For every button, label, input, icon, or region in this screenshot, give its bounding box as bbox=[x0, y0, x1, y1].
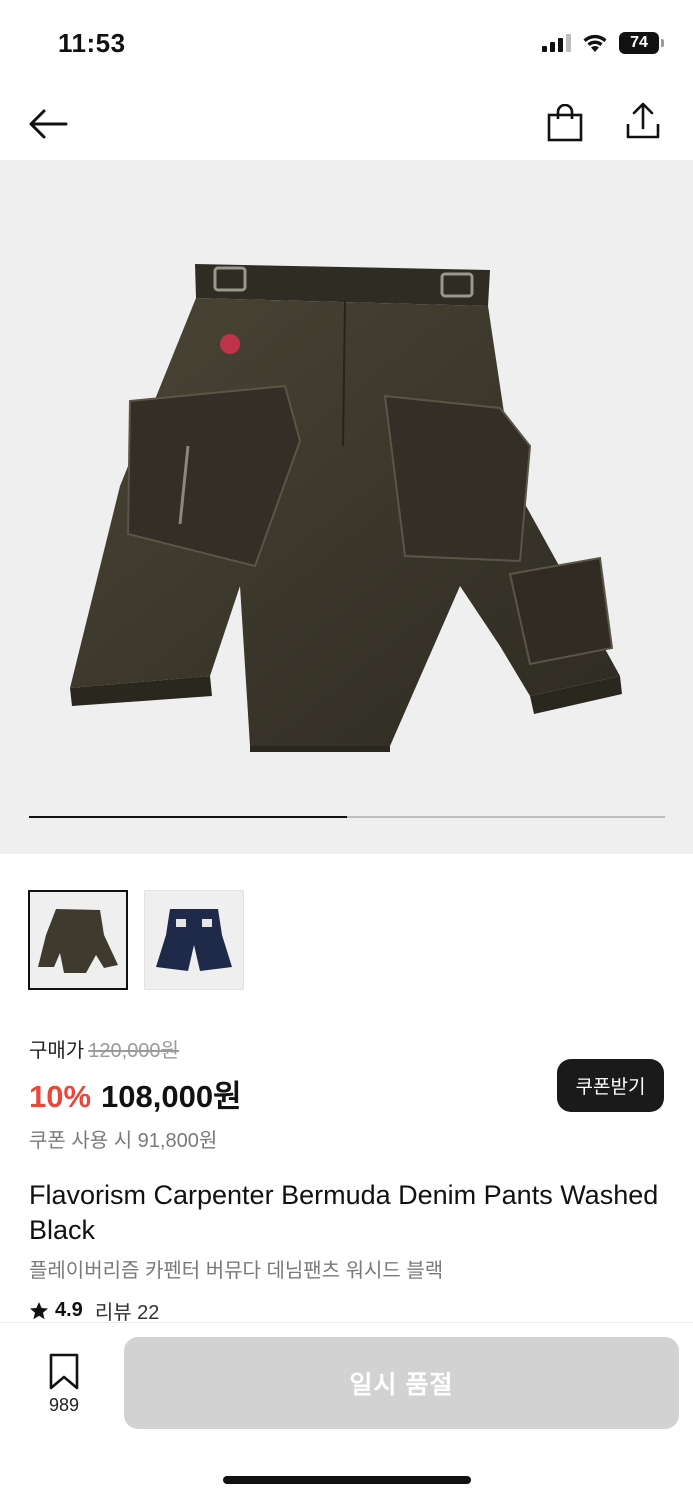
status-time: 11:53 bbox=[58, 28, 126, 58]
wishlist-button[interactable]: 989 bbox=[32, 1353, 96, 1416]
home-indicator bbox=[223, 1476, 471, 1484]
thumbnail-image-navy bbox=[156, 909, 232, 971]
share-icon bbox=[626, 102, 660, 139]
share-button[interactable] bbox=[620, 98, 666, 144]
signal-icon bbox=[542, 34, 571, 52]
rating-value: 4.9 bbox=[55, 1299, 83, 1321]
bookmark-icon bbox=[49, 1353, 79, 1390]
shopping-bag-icon bbox=[547, 104, 583, 142]
thumbnail-list bbox=[28, 890, 244, 990]
cart-button[interactable] bbox=[542, 100, 588, 146]
rating-row: 4.9 리뷰 22 bbox=[29, 1296, 159, 1325]
thumbnail-navy[interactable] bbox=[144, 890, 244, 990]
purchase-label: 구매가 bbox=[29, 1040, 85, 1062]
get-coupon-button[interactable]: 쿠폰받기 bbox=[557, 1059, 664, 1112]
soldout-button[interactable]: 일시 품절 bbox=[124, 1337, 679, 1429]
back-button[interactable] bbox=[26, 102, 70, 146]
product-title: Flavorism Carpenter Bermuda Denim Pants … bbox=[29, 1180, 659, 1245]
original-price: 120,000원 bbox=[88, 1040, 179, 1062]
product-image-carousel[interactable] bbox=[0, 160, 693, 854]
sale-price: 108,000원 bbox=[101, 1079, 242, 1114]
top-nav bbox=[0, 86, 693, 160]
status-icons: 74 bbox=[541, 32, 664, 54]
battery-indicator: 74 bbox=[619, 32, 664, 54]
wishlist-count: 989 bbox=[48, 1395, 80, 1415]
battery-level: 74 bbox=[630, 34, 648, 51]
thumbnail-image-black bbox=[38, 909, 118, 973]
arrow-left-icon bbox=[29, 109, 68, 139]
bottom-action-bar: 989 일시 품절 bbox=[0, 1322, 693, 1500]
status-bar: 11:53 74 bbox=[0, 0, 693, 86]
carousel-progress bbox=[29, 816, 665, 818]
review-link[interactable]: 리뷰 22 bbox=[95, 1296, 160, 1325]
star-icon bbox=[30, 1301, 48, 1319]
wifi-icon bbox=[583, 34, 607, 52]
discount-rate: 10% bbox=[29, 1079, 92, 1114]
thumbnail-washed-black[interactable] bbox=[28, 890, 128, 990]
carousel-progress-fill bbox=[29, 816, 347, 818]
coupon-price-text: 쿠폰 사용 시 91,800원 bbox=[29, 1130, 218, 1152]
product-subtitle: 플레이버리즘 카펜터 버뮤다 데님팬츠 워시드 블랙 bbox=[29, 1260, 444, 1282]
product-image bbox=[70, 264, 622, 752]
